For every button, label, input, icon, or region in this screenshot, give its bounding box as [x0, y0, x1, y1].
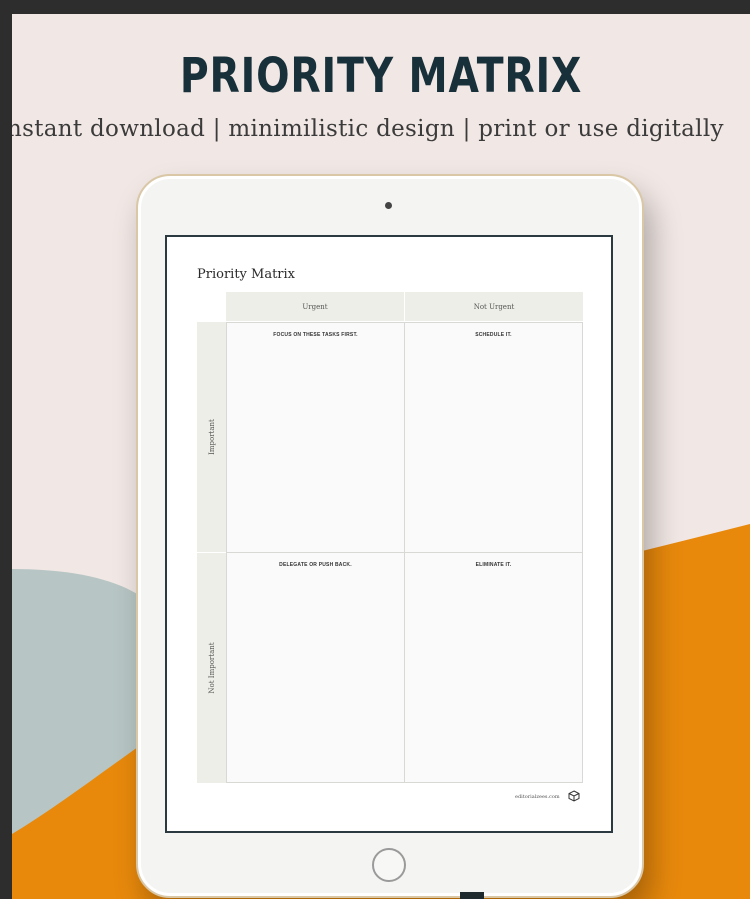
row-label-not-important: Not Important: [207, 642, 216, 694]
page-subtitle: nstant download | minimilistic design | …: [12, 116, 724, 142]
product-canvas: PRIORITY MATRIX nstant download | minimi…: [12, 14, 750, 899]
quadrant-not-urgent-not-important[interactable]: ELIMINATE IT.: [404, 552, 583, 783]
camera-icon: [385, 202, 392, 209]
column-header-urgent: Urgent: [226, 292, 404, 321]
row-header-not-important: Not Important: [197, 553, 226, 783]
quadrant-urgent-important[interactable]: FOCUS ON THESE TASKS FIRST.: [226, 322, 405, 553]
footer-website: editorialzees.com: [515, 794, 560, 800]
column-header-not-urgent: Not Urgent: [405, 292, 583, 321]
document-title: Priority Matrix: [197, 267, 296, 282]
brand-logo-icon: [568, 790, 580, 802]
quadrant-label: SCHEDULE IT.: [475, 332, 512, 338]
quadrant-label: DELEGATE OR PUSH BACK.: [279, 562, 352, 568]
home-button-icon[interactable]: [372, 848, 406, 882]
priority-matrix: Urgent Not Urgent Important Not Importan…: [197, 292, 583, 783]
quadrant-label: FOCUS ON THESE TASKS FIRST.: [273, 332, 358, 338]
tablet-device: Priority Matrix Urgent Not Urgent Import…: [136, 174, 644, 898]
quadrant-not-urgent-important[interactable]: SCHEDULE IT.: [404, 322, 583, 553]
page-title: PRIORITY MATRIX: [179, 48, 583, 104]
quadrant-label: ELIMINATE IT.: [475, 562, 512, 568]
tablet-screen: Priority Matrix Urgent Not Urgent Import…: [165, 235, 613, 833]
tablet-stand: [460, 892, 484, 899]
row-label-important: Important: [207, 419, 216, 455]
row-header-important: Important: [197, 322, 226, 552]
quadrant-urgent-not-important[interactable]: DELEGATE OR PUSH BACK.: [226, 552, 405, 783]
